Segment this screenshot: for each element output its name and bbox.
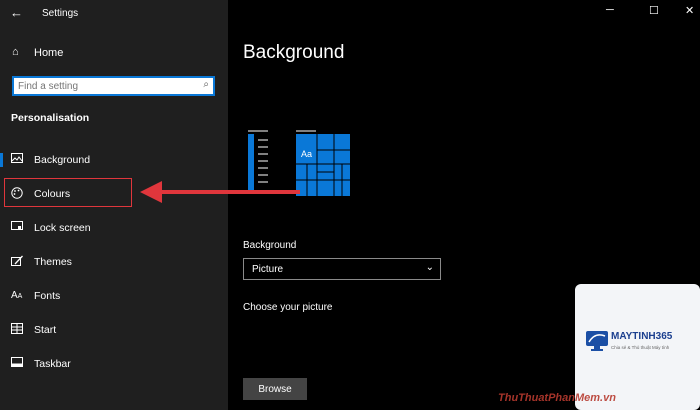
annotation-arrow-icon <box>140 181 300 203</box>
watermark-brand: MAYTINH365 <box>611 331 673 342</box>
settings-window: ← Settings ⌂ Home ⌕ Personalisation Back… <box>0 0 700 410</box>
sidebar-item-lock-screen[interactable]: Lock screen <box>0 217 228 239</box>
sidebar-item-themes[interactable]: Themes <box>0 251 228 273</box>
font-icon: AA <box>11 290 23 301</box>
sidebar-item-label: Background <box>34 154 91 166</box>
brush-icon <box>11 255 25 269</box>
sidebar-item-fonts[interactable]: AA Fonts <box>0 285 228 307</box>
sidebar-item-label: Taskbar <box>34 358 71 370</box>
nav-home[interactable]: ⌂ Home <box>0 42 228 64</box>
titlebar: ← Settings <box>0 0 228 28</box>
chevron-down-icon: ⌄ <box>425 262 434 273</box>
active-indicator <box>0 153 3 167</box>
search-icon[interactable]: ⌕ <box>203 79 209 90</box>
annotation-highlight-box <box>4 178 132 207</box>
start-tiles-icon <box>11 323 25 337</box>
background-label: Background <box>243 240 297 251</box>
home-icon: ⌂ <box>12 46 19 58</box>
sidebar-item-label: Fonts <box>34 290 61 302</box>
preview-tile-text: Aa <box>301 149 312 159</box>
sidebar-item-label: Lock screen <box>34 222 91 234</box>
taskbar-icon <box>11 357 25 371</box>
section-title: Personalisation <box>11 112 90 124</box>
minimize-icon[interactable]: ─ <box>606 4 614 16</box>
watermark-tagline: Chia sẻ & Thủ thuật Máy tính <box>611 345 670 350</box>
browse-button[interactable]: Browse <box>243 378 307 400</box>
choose-picture-label: Choose your picture <box>243 302 333 313</box>
background-dropdown-value: Picture <box>252 264 284 275</box>
search-box[interactable]: ⌕ <box>12 76 215 96</box>
monitor-logo-icon <box>586 331 608 351</box>
nav-home-label: Home <box>34 47 64 59</box>
background-dropdown[interactable]: Picture ⌄ <box>243 258 441 280</box>
search-input[interactable] <box>18 79 188 93</box>
watermark-site: ThuThuatPhanMem.vn <box>498 392 616 404</box>
lock-screen-icon <box>11 221 25 235</box>
sidebar-item-label: Start <box>34 324 57 336</box>
sidebar-item-background[interactable]: Background <box>0 149 228 171</box>
page-title: Background <box>243 42 345 63</box>
picture-icon <box>11 153 25 167</box>
sidebar-item-start[interactable]: Start <box>0 319 228 341</box>
sidebar-item-taskbar[interactable]: Taskbar <box>0 353 228 375</box>
maximize-icon[interactable]: ☐ <box>649 4 659 17</box>
window-title: Settings <box>42 8 79 19</box>
sidebar-item-label: Themes <box>34 256 72 268</box>
close-icon[interactable]: ✕ <box>685 4 694 17</box>
arrow-left-icon[interactable]: ← <box>10 5 26 21</box>
